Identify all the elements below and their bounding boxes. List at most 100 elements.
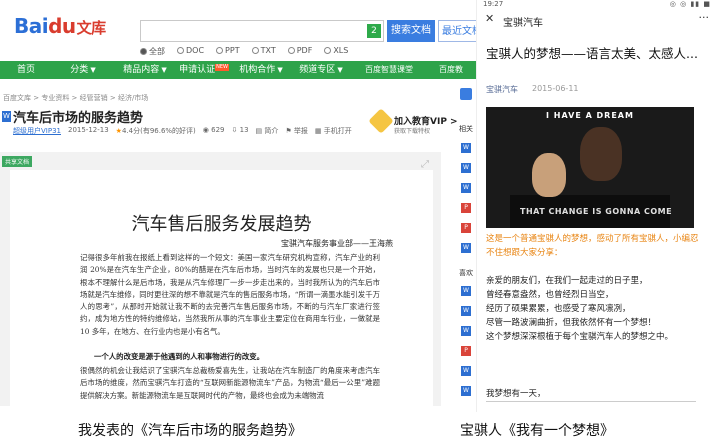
logo-du: du: [48, 14, 76, 38]
document-subheading: 一个人的改变是源于他遇到的人和事物进行的改变。: [94, 352, 264, 361]
close-icon[interactable]: ✕: [485, 12, 494, 25]
filter-all[interactable]: 全部: [140, 46, 165, 57]
search-docs-button[interactable]: 搜索文档: [387, 20, 435, 42]
downloads-count: 13: [239, 126, 249, 134]
document-page: 汽车售后服务发展趋势 宝骐汽车服务事业部——王海燕 记得很多年前我在报纸上看到这…: [10, 170, 433, 406]
pdf-doc-icon[interactable]: P: [461, 203, 471, 213]
baidu-wenku-screenshot: Baidu文库 2 搜索文档 最近文档 全部 DOC PPT TXT PDF X…: [0, 0, 476, 406]
word-doc-icon[interactable]: W: [461, 143, 471, 153]
main-nav: 首页 分类 ▼ 精品内容 ▼ 申请认证NEW 机构合作 ▼ 频道专区 ▼ 百度智慧课堂 …: [0, 61, 476, 79]
nav-item-home[interactable]: 首页: [0, 61, 52, 79]
body-line: 曾经春意盎然，也曾经烈日当空，: [486, 290, 614, 300]
filter-pdf[interactable]: PDF: [287, 46, 312, 57]
nav-item-category[interactable]: 分类 ▼: [52, 61, 114, 79]
related-label: 相关: [459, 125, 473, 133]
vip-subtitle: 获取下载特权: [394, 128, 431, 135]
article-image[interactable]: I HAVE A DREAM THAT CHANGE IS GONNA COME: [486, 107, 694, 228]
filter-txt[interactable]: TXT: [251, 46, 276, 57]
filter-label: DOC: [186, 46, 205, 55]
report-link[interactable]: ⚑ 举报: [285, 126, 308, 136]
rating: ★4.4分(有96.6%的好评): [116, 126, 196, 136]
qr-icon: ▦: [314, 127, 324, 135]
nav-label: 百度教: [439, 65, 463, 74]
filter-xls[interactable]: XLS: [324, 46, 348, 57]
filter-label: TXT: [260, 46, 276, 55]
left-caption: 我发表的《汽车后市场的服务趋势》: [78, 423, 302, 439]
breadcrumb[interactable]: 百度文库 > 专业资料 > 经管营销 > 经济/市场: [3, 93, 148, 103]
account-link[interactable]: 宝骐汽车: [486, 84, 518, 95]
intro-label: 简介: [264, 127, 279, 135]
baidu-wenku-logo[interactable]: Baidu文库: [14, 14, 106, 38]
nav-item-certify[interactable]: 申请认证NEW: [176, 61, 232, 79]
intro-link[interactable]: ▤ 简介: [256, 126, 279, 136]
body-line: 经历了硕果累累，也感受了寒风凛冽，: [486, 304, 631, 314]
nav-label: 申请认证: [179, 65, 216, 75]
logo-bai: Bai: [14, 14, 49, 38]
word-doc-icon[interactable]: W: [461, 366, 471, 376]
new-badge: NEW: [215, 64, 229, 71]
downloads: ⇩ 13: [232, 126, 249, 136]
nav-item-classroom[interactable]: 百度智慧课堂: [352, 61, 426, 79]
recent-docs-button[interactable]: 最近文档: [438, 20, 476, 42]
word-doc-icon[interactable]: W: [461, 183, 471, 193]
image-top-text: I HAVE A DREAM: [546, 111, 634, 120]
status-bar: 19:27 ◎ ◎ ▮▮ ■: [477, 0, 718, 9]
search-icon[interactable]: 2: [367, 24, 381, 38]
status-time: 19:27: [483, 0, 504, 8]
views-count: 629: [211, 126, 225, 134]
chevron-down-icon: ▼: [337, 66, 343, 74]
pdf-doc-icon[interactable]: P: [461, 223, 471, 233]
search-input[interactable]: 2: [140, 20, 384, 42]
body-line: 亲爱的朋友们，在我们一起走过的日子里，: [486, 276, 648, 286]
report-label: 举报: [293, 127, 308, 135]
document-author: 宝骐汽车服务事业部——王海燕: [281, 239, 393, 248]
toolbar-title: 宝骐汽车: [503, 18, 543, 29]
fullscreen-icon[interactable]: ⤢: [421, 159, 429, 170]
filter-ppt[interactable]: PPT: [216, 46, 240, 57]
wechat-article-screenshot: 19:27 ◎ ◎ ▮▮ ■ ✕ 宝骐汽车 ··· 宝骐人的梦想——语言太美、太…: [476, 0, 718, 412]
document-paragraph: 很偶然的机会让我结识了宝骐汽车总裁杨爱喜先生，让我站在汽车制造厂的角度来考虑汽车…: [80, 366, 380, 400]
eye-icon: ◉: [202, 126, 212, 134]
nav-item-partners[interactable]: 机构合作 ▼: [232, 61, 290, 79]
body-line: 尽管一路波澜曲折，但我依然怀有一个梦想！: [486, 318, 657, 328]
like-label: 喜欢: [459, 269, 473, 277]
article-title: 宝骐人的梦想——语言太美、太感人...: [486, 46, 698, 61]
filter-doc[interactable]: DOC: [177, 46, 204, 57]
word-doc-icon[interactable]: W: [461, 306, 471, 316]
side-icon[interactable]: [460, 88, 472, 100]
radio-icon: [140, 48, 147, 55]
shared-doc-tag: 共享文档: [2, 156, 33, 167]
radio-icon: [324, 47, 332, 54]
word-doc-icon[interactable]: W: [461, 386, 471, 396]
article-body: 亲爱的朋友们，在我们一起走过的日子里， 曾经春意盎然，也曾经烈日当空， 经历了硕…: [486, 274, 701, 344]
nav-label: 首页: [16, 65, 35, 75]
article-toolbar: ✕ 宝骐汽车 ···: [477, 9, 718, 31]
word-doc-icon: W: [2, 111, 11, 122]
nav-label: 频道专区: [299, 65, 336, 75]
radio-icon: [251, 47, 259, 54]
word-doc-icon[interactable]: W: [461, 286, 471, 296]
radio-icon: [216, 47, 224, 54]
filter-label: PPT: [225, 46, 240, 55]
word-doc-icon[interactable]: W: [461, 163, 471, 173]
mobile-open-link[interactable]: ▦ 手机打开: [315, 126, 352, 136]
body-line: 我梦想有一天，: [486, 389, 546, 399]
pdf-doc-icon[interactable]: P: [461, 346, 471, 356]
document-paragraph: 记得很多年前我在报纸上看到这样的一个短文：美国一家汽车研究机构宣称，汽车产业的利…: [80, 253, 380, 336]
nav-item-premium[interactable]: 精品内容 ▼: [114, 61, 176, 79]
upload-date: 2015-12-13: [67, 126, 109, 134]
article-intro: 这是一个普通宝骐人的梦想，感动了所有宝骐人，小编忍不住想跟大家分享：: [486, 234, 699, 258]
nav-item-channels[interactable]: 频道专区 ▼: [290, 61, 352, 79]
page-title: 汽车后市场的服务趋势: [13, 111, 144, 126]
word-doc-icon[interactable]: W: [461, 326, 471, 336]
body-line: 这个梦想深深根植于每个宝骐汽车人的梦想之中。: [486, 332, 674, 342]
uploader-link[interactable]: 超级用户VIP31: [13, 126, 61, 136]
flag-icon: ⚑: [285, 127, 294, 135]
nav-item-edu[interactable]: 百度教: [426, 61, 476, 79]
image-face-shape: [532, 153, 566, 197]
more-icon[interactable]: ···: [699, 11, 710, 24]
logo-wenku: 文库: [76, 19, 107, 37]
rating-text: 4.4分(有96.6%的好评): [121, 127, 196, 135]
mobile-label: 手机打开: [323, 127, 352, 135]
word-doc-icon[interactable]: W: [461, 243, 471, 253]
